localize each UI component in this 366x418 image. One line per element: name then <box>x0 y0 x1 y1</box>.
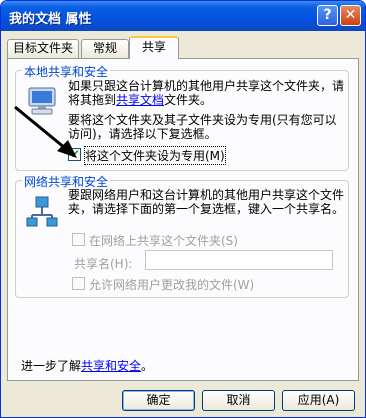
cancel-button[interactable]: 取消 <box>202 390 275 411</box>
computer-icon <box>28 87 56 115</box>
private-folder-description: 要将这个文件夹及其子文件夹设为专用(只有您可以访问)，请选择以下复选框。 <box>68 113 337 141</box>
shared-documents-link[interactable]: 共享文档 <box>116 93 164 107</box>
allow-change-checkbox[interactable] <box>72 277 85 290</box>
window-title: 我的文档 属性 <box>9 12 92 27</box>
network-sharing-description: 要跟网络用户和这台计算机的其他用户共享这个文件夹，请选择下面的第一个复选框，键入… <box>68 188 345 216</box>
share-on-network-checkbox[interactable] <box>72 233 85 246</box>
local-sharing-group: 本地共享和安全 如果只跟这台计算机的其他用户共享这个文件夹，请将其拖到共享文档文… <box>15 63 349 171</box>
close-button[interactable]: ✕ <box>340 5 361 26</box>
apply-button[interactable]: 应用(A) <box>282 390 355 411</box>
tab-sharing[interactable]: 共享 <box>129 36 179 59</box>
sharing-security-link[interactable]: 共享和安全 <box>81 359 141 373</box>
checkmark-icon: ✔ <box>70 147 81 161</box>
sharing-tab-panel: 本地共享和安全 如果只跟这台计算机的其他用户共享这个文件夹，请将其拖到共享文档文… <box>7 58 359 381</box>
tab-target-folder[interactable]: 目标文件夹 <box>7 39 79 58</box>
ok-button[interactable]: 确定 <box>122 390 195 411</box>
learn-more-text: 进一步了解共享和安全。 <box>21 359 154 373</box>
private-folder-checkbox[interactable]: ✔ <box>68 147 81 161</box>
share-on-network-label: 在网络上共享这个文件夹(S) <box>89 234 238 248</box>
share-name-label: 共享名(H): <box>74 257 133 271</box>
allow-change-label: 允许网络用户更改我的文件(W) <box>89 278 255 292</box>
local-sharing-description: 如果只跟这台计算机的其他用户共享这个文件夹，请将其拖到共享文档文件夹。 <box>68 79 345 107</box>
title-bar[interactable]: 我的文档 属性 ? ✕ <box>1 1 365 31</box>
properties-dialog: 我的文档 属性 ? ✕ 目标文件夹 常规 共享 本地共享和安全 如果只跟这台计算… <box>0 0 366 418</box>
network-sharing-group: 网络共享和安全 要跟网络用户和这台计算机的其他用户共享这个文件夹，请选择下面的第… <box>15 173 349 298</box>
private-folder-label[interactable]: 将这个文件夹设为专用(M) <box>84 146 226 165</box>
local-sharing-group-title: 本地共享和安全 <box>22 63 111 80</box>
share-name-input[interactable] <box>145 250 333 270</box>
help-button[interactable]: ? <box>317 5 338 26</box>
tab-general[interactable]: 常规 <box>81 39 129 58</box>
network-icon <box>26 196 58 227</box>
